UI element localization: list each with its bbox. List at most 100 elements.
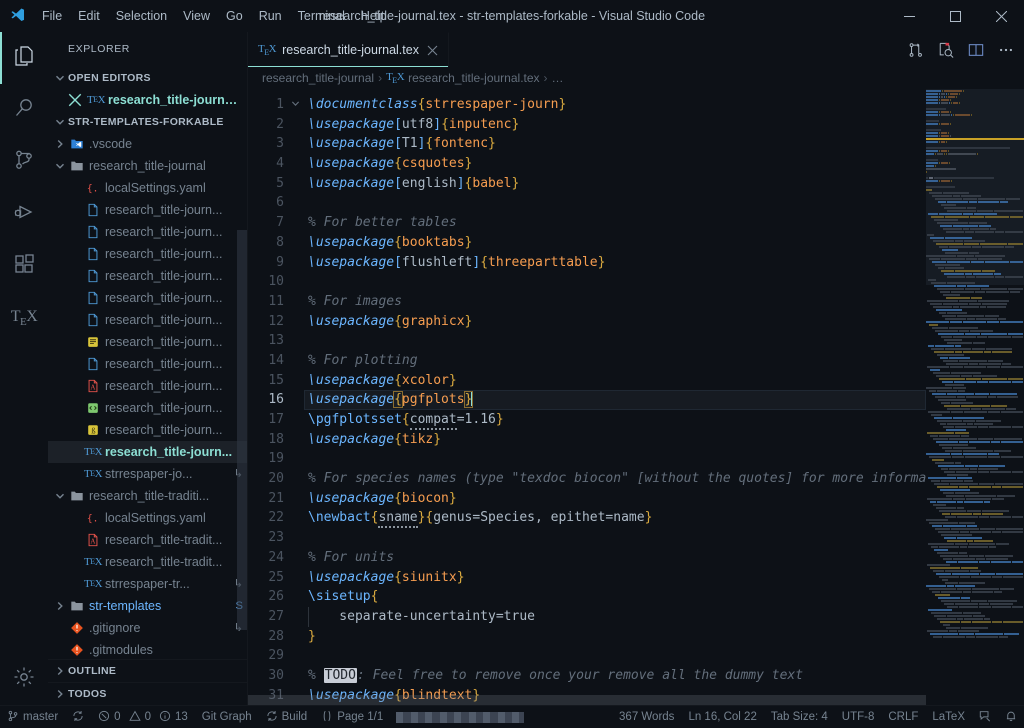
tree-file[interactable]: research_title-journ... [48,287,247,309]
code-editor[interactable]: 1 2 3 4 5 6 7 8 9 10 11 12 13 14 15 16 17 18 19 20 21 22 23 24 2… [248,89,1024,705]
close-button[interactable] [978,0,1024,32]
code-line[interactable]: \documentclass{strrespaper-journ} [304,95,926,115]
open-editor-item[interactable]: TEX research_title-journal... [48,89,247,111]
tab-close-icon[interactable] [427,45,438,56]
activity-manage-settings[interactable] [0,653,48,705]
tree-file[interactable]: {..} localSettings.yaml [48,507,247,529]
menu-view[interactable]: View [175,0,218,31]
status-notifications[interactable] [998,706,1024,728]
menu-run[interactable]: Run [251,0,290,31]
status-latex-build[interactable]: Build [259,706,315,728]
status-encoding[interactable]: UTF-8 [835,706,882,728]
code-line[interactable]: \usepackage{graphicx} [304,312,926,332]
run-build-icon[interactable] [908,42,924,58]
tab-research-title-journal-tex[interactable]: TEX research_title-journal.tex [248,32,449,67]
tree-file[interactable]: research_title-journ... [48,265,247,287]
code-line[interactable]: \usepackage{pgfplots} [304,390,926,410]
menu-file[interactable]: File [34,0,70,31]
breadcrumb-symbol[interactable]: … [552,71,564,85]
code-line[interactable]: \usepackage[T1]{fontenc} [304,134,926,154]
code-line[interactable]: separate-uncertainty=true [304,606,926,627]
code-line[interactable]: \usepackage[utf8]{inputenc} [304,115,926,135]
code-line[interactable]: \sisetup{ [304,587,926,607]
breadcrumb[interactable]: research_title-journal › TEX research_ti… [248,67,1024,89]
code-line[interactable]: \usepackage{tikz} [304,430,926,450]
section-open-editors[interactable]: OPEN EDITORS [48,67,247,89]
menu-bar[interactable]: File Edit Selection View Go Run Terminal… [34,0,395,31]
section-todos[interactable]: TODOS [48,682,247,705]
code-line[interactable]: \usepackage{csquotes} [304,154,926,174]
breadcrumb-folder[interactable]: research_title-journal [262,71,374,85]
tree-file[interactable]: Aresearch_title-journ... [48,375,247,397]
section-workspace[interactable]: STR-TEMPLATES-FORKABLE [48,111,247,133]
view-pdf-icon[interactable] [938,42,954,58]
code-content[interactable]: \documentclass{strrespaper-journ} \usepac… [304,89,926,705]
tree-file[interactable]: Aresearch_title-tradit... [48,529,247,551]
status-indentation[interactable]: Tab Size: 4 [764,706,835,728]
sidebar-scrollbar[interactable] [237,230,247,630]
tree-file[interactable]: research_title-journ... [48,243,247,265]
chevron-down-icon[interactable] [52,161,68,171]
tree-folder[interactable]: str-templatesS [48,595,247,617]
tree-file[interactable]: T E Xresearch_title-tradit... [48,551,247,573]
tree-file[interactable]: research_title-journ... [48,309,247,331]
tree-file[interactable]: {..} localSettings.yaml [48,177,247,199]
code-line[interactable]: \usepackage{xcolor} [304,371,926,391]
status-problems[interactable]: 0 0 13 [91,706,195,728]
code-line[interactable]: \usepackage{siunitx} [304,568,926,588]
status-word-count[interactable]: 367 Words [612,706,681,728]
code-line[interactable]: \usepackage{biocon} [304,489,926,509]
tree-file[interactable]: .gitignore↳ [48,617,247,639]
code-line[interactable]: % For species names (type "texdoc biocon… [304,469,926,489]
menu-edit[interactable]: Edit [70,0,108,31]
code-line[interactable]: \usepackage[english]{babel} [304,174,926,194]
chevron-right-icon[interactable] [52,139,68,149]
activity-search[interactable] [0,84,48,136]
tree-file[interactable]: .gitmodules [48,639,247,659]
code-line[interactable]: % For units [304,548,926,568]
fold-chevron-down-icon[interactable] [288,95,300,115]
code-line[interactable]: \pgfplotsset{compat=1.16} [304,410,926,430]
status-feedback[interactable] [972,706,998,728]
status-git-graph[interactable]: Git Graph [195,706,259,728]
status-language-mode[interactable]: LaTeX [925,706,972,728]
chevron-right-icon[interactable] [52,601,68,611]
activity-source-control[interactable] [0,136,48,188]
tree-file[interactable]: research_title-journ... [48,397,247,419]
tree-file[interactable]: research_title-journ... [48,353,247,375]
menu-help[interactable]: Help [353,0,395,31]
code-line[interactable]: \usepackage[flushleft]{threeparttable} [304,253,926,273]
window-controls[interactable] [886,0,1024,31]
code-line[interactable] [304,449,926,469]
menu-terminal[interactable]: Terminal [290,0,353,31]
code-line[interactable]: % For plotting [304,351,926,371]
code-line[interactable] [304,193,926,213]
section-outline[interactable]: OUTLINE [48,659,247,682]
activity-bar[interactable]: TEX [0,32,48,705]
code-line[interactable]: \usepackage{booktabs} [304,233,926,253]
chevron-down-icon[interactable] [52,491,68,501]
tree-file[interactable]: TEXstrrespaper-jo...↳ [48,463,247,485]
tree-file[interactable]: TEXstrrespaper-tr...↳ [48,573,247,595]
code-line[interactable]: \newbact{sname}{genus=Species, epithet=n… [304,508,926,529]
code-line[interactable]: } [304,627,926,647]
tree-folder[interactable]: research_title-traditi... [48,485,247,507]
activity-run-debug[interactable] [0,188,48,240]
code-line[interactable] [304,272,926,292]
tree-file[interactable]: research_title-journ... [48,199,247,221]
status-branch[interactable]: master [0,706,65,728]
activity-explorer[interactable] [0,32,48,84]
code-line[interactable] [304,331,926,351]
breadcrumb-file[interactable]: TEX research_title-journal.tex [386,71,539,85]
maximize-button[interactable] [932,0,978,32]
more-actions-icon[interactable] [998,42,1014,58]
status-latex-page[interactable]: Page 1/1 [314,706,390,728]
status-sync[interactable] [65,706,91,728]
file-tree[interactable]: .vscode research_title-journal {..} localSe… [48,133,247,659]
code-line[interactable]: % TODO: Feel free to remove once your re… [304,666,926,686]
code-line[interactable]: % For images [304,292,926,312]
status-eol[interactable]: CRLF [881,706,925,728]
activity-extensions[interactable] [0,240,48,292]
tree-file[interactable]: research_title-journ... [48,331,247,353]
menu-go[interactable]: Go [218,0,251,31]
